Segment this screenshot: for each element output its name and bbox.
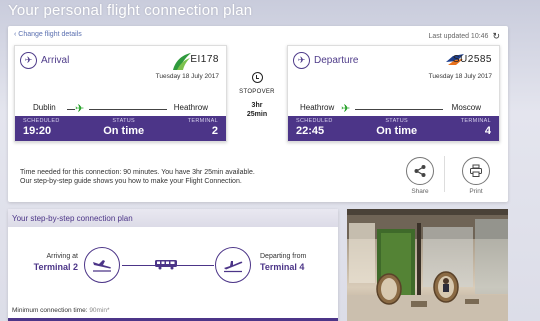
route-line bbox=[355, 109, 443, 110]
route-plane-icon: ✈ bbox=[341, 103, 351, 115]
departure-stats: SCHEDULED 22:45 STATUS On time TERMINAL … bbox=[288, 116, 499, 141]
stat-label: STATUS bbox=[112, 118, 136, 124]
stat-value: 2 bbox=[211, 125, 218, 137]
connection-info: Time needed for this connection: 90 minu… bbox=[20, 168, 320, 186]
step-by-step-panel: Your step-by-step connection plan Arrivi… bbox=[8, 209, 338, 321]
stat-value: On time bbox=[103, 125, 145, 137]
arrival-scheduled: SCHEDULED 19:20 bbox=[23, 118, 60, 141]
min-connection-time: Minimum connection time: 90min* bbox=[12, 307, 110, 314]
last-updated-text: Last updated 10:46 bbox=[428, 33, 489, 40]
arrival-flight-number: EI178 bbox=[190, 54, 219, 65]
departing-info: Departing from Terminal 4 bbox=[260, 253, 320, 272]
route-line bbox=[89, 109, 167, 110]
arrival-to: Heathrow bbox=[173, 103, 208, 112]
departure-to: Moscow bbox=[451, 103, 481, 112]
print-icon bbox=[462, 157, 490, 185]
departure-from: Heathrow bbox=[300, 103, 335, 112]
landing-plane-icon bbox=[84, 247, 120, 283]
arrival-terminal: TERMINAL 2 bbox=[188, 118, 218, 141]
stat-label: TERMINAL bbox=[460, 118, 491, 124]
refresh-icon[interactable]: ↻ bbox=[492, 31, 500, 42]
departure-terminal: TERMINAL 4 bbox=[461, 118, 491, 141]
last-updated: Last updated 10:46 ↻ bbox=[429, 31, 501, 42]
arrival-card: ✈ Arrival EI178 Tuesday 18 July 2017 Dub… bbox=[14, 45, 227, 142]
departure-scheduled: SCHEDULED 22:45 bbox=[296, 118, 333, 141]
print-label: Print bbox=[469, 188, 483, 195]
stat-value: 22:45 bbox=[296, 125, 325, 137]
departing-terminal: Terminal 4 bbox=[260, 262, 305, 272]
connection-panel: ‹ Change flight details Last updated 10:… bbox=[8, 26, 508, 202]
stopover: STOPOVER 3hr 25min bbox=[232, 72, 282, 119]
arriving-info: Arriving at Terminal 2 bbox=[18, 253, 78, 272]
departure-date: Tuesday 18 July 2017 bbox=[428, 73, 492, 80]
arrival-date: Tuesday 18 July 2017 bbox=[155, 73, 219, 80]
departure-status: STATUS On time bbox=[376, 118, 417, 141]
lounge-scene bbox=[347, 209, 508, 321]
stopover-hours: 3hr bbox=[251, 102, 263, 109]
arrival-route: Dublin ✈ Heathrow bbox=[15, 102, 226, 116]
takeoff-plane-icon bbox=[215, 247, 251, 283]
departure-plane-icon: ✈ bbox=[293, 52, 310, 69]
arrival-title: Arrival bbox=[41, 55, 70, 66]
step-by-step-title: Your step-by-step connection plan bbox=[8, 209, 338, 227]
stat-value: 19:20 bbox=[23, 125, 52, 137]
min-connection-value: 90min* bbox=[89, 307, 110, 314]
share-button[interactable]: Share bbox=[400, 157, 440, 195]
arriving-terminal: Terminal 2 bbox=[33, 262, 78, 272]
print-button[interactable]: Print bbox=[456, 157, 496, 195]
min-connection-label: Minimum connection time: bbox=[12, 307, 88, 314]
page-title: Your personal flight connection plan bbox=[8, 2, 253, 19]
stat-label: TERMINAL bbox=[187, 118, 218, 124]
stat-label: SCHEDULED bbox=[23, 118, 60, 124]
arriving-label: Arriving at bbox=[46, 253, 78, 260]
arrival-plane-icon: ✈ bbox=[20, 52, 37, 69]
departure-route: Heathrow ✈ Moscow bbox=[288, 102, 499, 116]
arrival-stats: SCHEDULED 19:20 STATUS On time TERMINAL … bbox=[15, 116, 226, 141]
route-plane-icon: ✈ bbox=[75, 103, 85, 115]
departure-card: ✈ Departure SU2585 Tuesday 18 July 2017 … bbox=[287, 45, 500, 142]
stat-label: SCHEDULED bbox=[296, 118, 333, 124]
departing-label: Departing from bbox=[260, 253, 307, 260]
info-line-1: Time needed for this connection: 90 minu… bbox=[20, 169, 255, 176]
stat-value: 4 bbox=[484, 125, 491, 137]
lounge-photo bbox=[347, 209, 508, 321]
bus-icon bbox=[155, 260, 177, 270]
stopover-time: 3hr 25min bbox=[232, 101, 282, 119]
share-icon bbox=[406, 157, 434, 185]
action-divider bbox=[444, 156, 445, 192]
clock-icon bbox=[251, 72, 263, 83]
arrival-status: STATUS On time bbox=[103, 118, 144, 141]
route-line bbox=[67, 109, 75, 110]
change-flight-link[interactable]: ‹ Change flight details bbox=[14, 31, 82, 38]
stopover-minutes: 25min bbox=[246, 111, 268, 118]
stat-label: STATUS bbox=[385, 118, 409, 124]
info-line-2: Our step-by-step guide shows you how to … bbox=[20, 178, 242, 185]
stopover-label: STOPOVER bbox=[239, 89, 275, 95]
arrival-from: Dublin bbox=[33, 103, 56, 112]
departure-flight-number: SU2585 bbox=[452, 54, 492, 65]
stat-value: On time bbox=[376, 125, 418, 137]
share-label: Share bbox=[411, 188, 429, 195]
departure-title: Departure bbox=[314, 55, 359, 66]
